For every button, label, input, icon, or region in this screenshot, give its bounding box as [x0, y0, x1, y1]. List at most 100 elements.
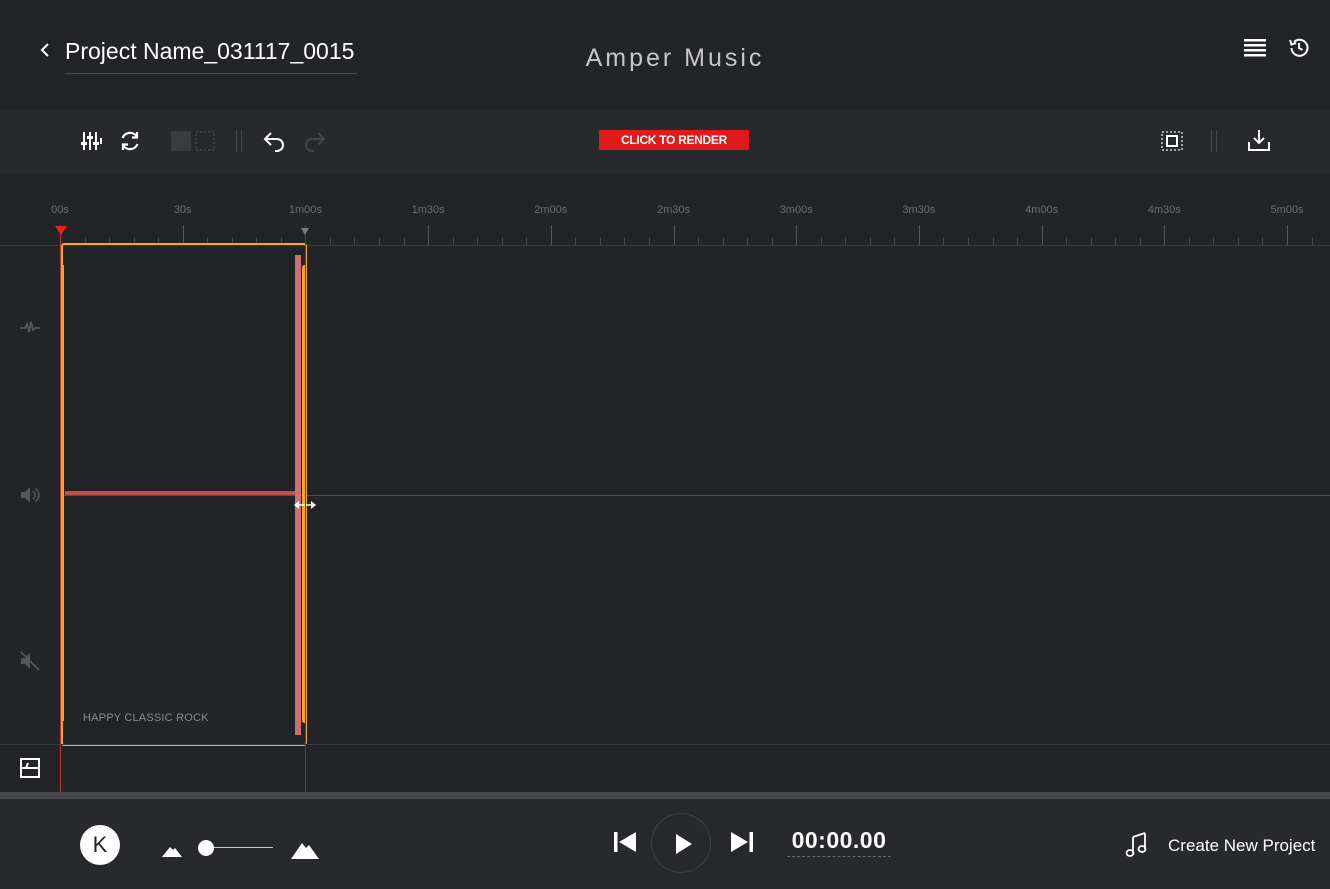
region-genre-label: HAPPY CLASSIC ROCK [83, 712, 209, 724]
user-avatar[interactable]: K [80, 825, 120, 865]
regenerate-icon[interactable] [117, 128, 143, 154]
footer-transport: K 00:00.00 Create New Project [0, 799, 1330, 889]
ruler-major-tick [1041, 225, 1043, 245]
fit-to-screen-icon[interactable] [1159, 128, 1185, 154]
volume-icon[interactable] [18, 483, 42, 507]
play-icon [676, 834, 692, 854]
zoom-in-mountain-icon[interactable] [291, 839, 319, 859]
ruler-tick-label: 1m00s [288, 204, 322, 216]
waveform-icon[interactable] [18, 316, 42, 340]
add-section-icon[interactable] [18, 756, 42, 780]
ruler-minor-tick [1262, 237, 1264, 245]
ruler-minor-tick [1213, 237, 1215, 245]
ruler-minor-tick [648, 237, 650, 245]
ruler-minor-tick [943, 237, 945, 245]
ruler-minor-tick [747, 237, 749, 245]
undo-icon[interactable] [261, 128, 287, 154]
ruler-minor-tick [1090, 237, 1092, 245]
ruler-minor-tick [452, 237, 454, 245]
toolbar-separator [236, 130, 242, 152]
play-button[interactable] [651, 813, 711, 873]
download-icon[interactable] [1246, 128, 1272, 154]
ruler-tick-label: 3m00s [779, 204, 813, 216]
region-left-handle[interactable] [61, 265, 64, 721]
ruler-minor-tick [845, 237, 847, 245]
mixer-sliders-icon[interactable] [79, 128, 105, 154]
dashed-box-icon [195, 131, 215, 151]
lower-lane [0, 744, 1330, 792]
list-menu-icon[interactable] [1243, 36, 1267, 60]
track-area[interactable]: HAPPY CLASSIC ROCK [0, 243, 1330, 746]
ruler-minor-tick [698, 237, 700, 245]
history-icon[interactable] [1287, 36, 1311, 60]
ruler-minor-tick [403, 237, 405, 245]
playhead-line[interactable] [60, 226, 61, 794]
ruler-minor-tick [1188, 237, 1190, 245]
ruler-major-tick [918, 225, 920, 245]
brand-title: Amper Music [585, 44, 765, 72]
ruler-minor-tick [599, 237, 601, 245]
ruler-tick-label: 4m00s [1025, 204, 1059, 216]
ruler-minor-tick [1115, 237, 1117, 245]
music-region[interactable]: HAPPY CLASSIC ROCK [61, 243, 307, 746]
ruler-minor-tick [894, 237, 896, 245]
header: Project Name_031117_0015 Amper Music [0, 0, 1330, 110]
ruler-tick-label: 5m00s [1270, 204, 1304, 216]
ruler-minor-tick [1237, 237, 1239, 245]
volume-line[interactable] [65, 491, 297, 495]
toolbar-separator [1211, 130, 1217, 152]
ruler-major-tick [550, 225, 552, 245]
ruler-tick-label: 2m00s [534, 204, 568, 216]
ruler-tick-label: 4m30s [1147, 204, 1181, 216]
ruler-minor-tick [624, 237, 626, 245]
ruler-minor-tick [771, 237, 773, 245]
ruler-major-tick [182, 225, 184, 245]
ruler-minor-tick [967, 237, 969, 245]
ruler-tick-label: 1m30s [411, 204, 445, 216]
ruler-major-tick [1164, 225, 1166, 245]
skip-forward-icon[interactable] [729, 829, 755, 855]
region-end-bar [295, 255, 301, 735]
ruler-minor-tick [354, 237, 356, 245]
ruler-major-tick [428, 225, 430, 245]
ruler-minor-tick [526, 237, 528, 245]
ruler-major-tick [796, 225, 798, 245]
skip-back-icon[interactable] [612, 829, 638, 855]
ruler-minor-tick [1066, 237, 1068, 245]
ruler-major-tick [1287, 225, 1288, 245]
ruler-minor-tick [869, 237, 871, 245]
timecode-display[interactable]: 00:00.00 [787, 827, 891, 857]
click-to-render-button[interactable]: CLICK TO RENDER [599, 130, 749, 150]
end-marker-line [305, 226, 306, 794]
ruler-major-tick [673, 225, 675, 245]
app-window: Project Name_031117_0015 Amper Music CLI… [0, 0, 1330, 889]
ruler-minor-tick [1139, 237, 1141, 245]
ruler-minor-tick [501, 237, 503, 245]
ruler-minor-tick [1311, 237, 1313, 245]
zoom-slider-track[interactable] [205, 847, 273, 848]
end-marker-icon[interactable] [301, 228, 309, 235]
horizontal-scrollbar[interactable] [0, 792, 1330, 799]
ruler-tick-label: 30s [173, 204, 192, 216]
ruler-minor-tick [379, 237, 381, 245]
solid-box-icon [171, 131, 191, 151]
ruler-tick-label: 2m30s [656, 204, 691, 216]
ruler-minor-tick [722, 237, 724, 245]
redo-icon[interactable] [302, 128, 328, 154]
zoom-slider-knob[interactable] [198, 840, 214, 856]
mute-icon[interactable] [18, 649, 42, 673]
ruler-minor-tick [1017, 237, 1019, 245]
ruler-minor-tick [329, 237, 331, 245]
create-new-project-label: Create New Project [1168, 836, 1316, 855]
ruler-tick-label: 00s [51, 204, 69, 216]
ruler-minor-tick [820, 237, 822, 245]
ruler-minor-tick [575, 237, 577, 245]
ruler-tick-label: 3m30s [902, 204, 936, 216]
playhead-marker-icon[interactable] [55, 226, 67, 235]
zoom-out-mountain-icon[interactable] [162, 843, 182, 857]
music-note-icon [1125, 832, 1147, 857]
toolbar: CLICK TO RENDER [0, 110, 1330, 174]
timeline-ruler[interactable]: 00s 30s 1m00s 1m30s 2m00s 2m30s 3m00s 3m30s 4m00… [0, 174, 1330, 246]
ruler-minor-tick [477, 237, 479, 245]
ruler-minor-tick [992, 237, 994, 245]
